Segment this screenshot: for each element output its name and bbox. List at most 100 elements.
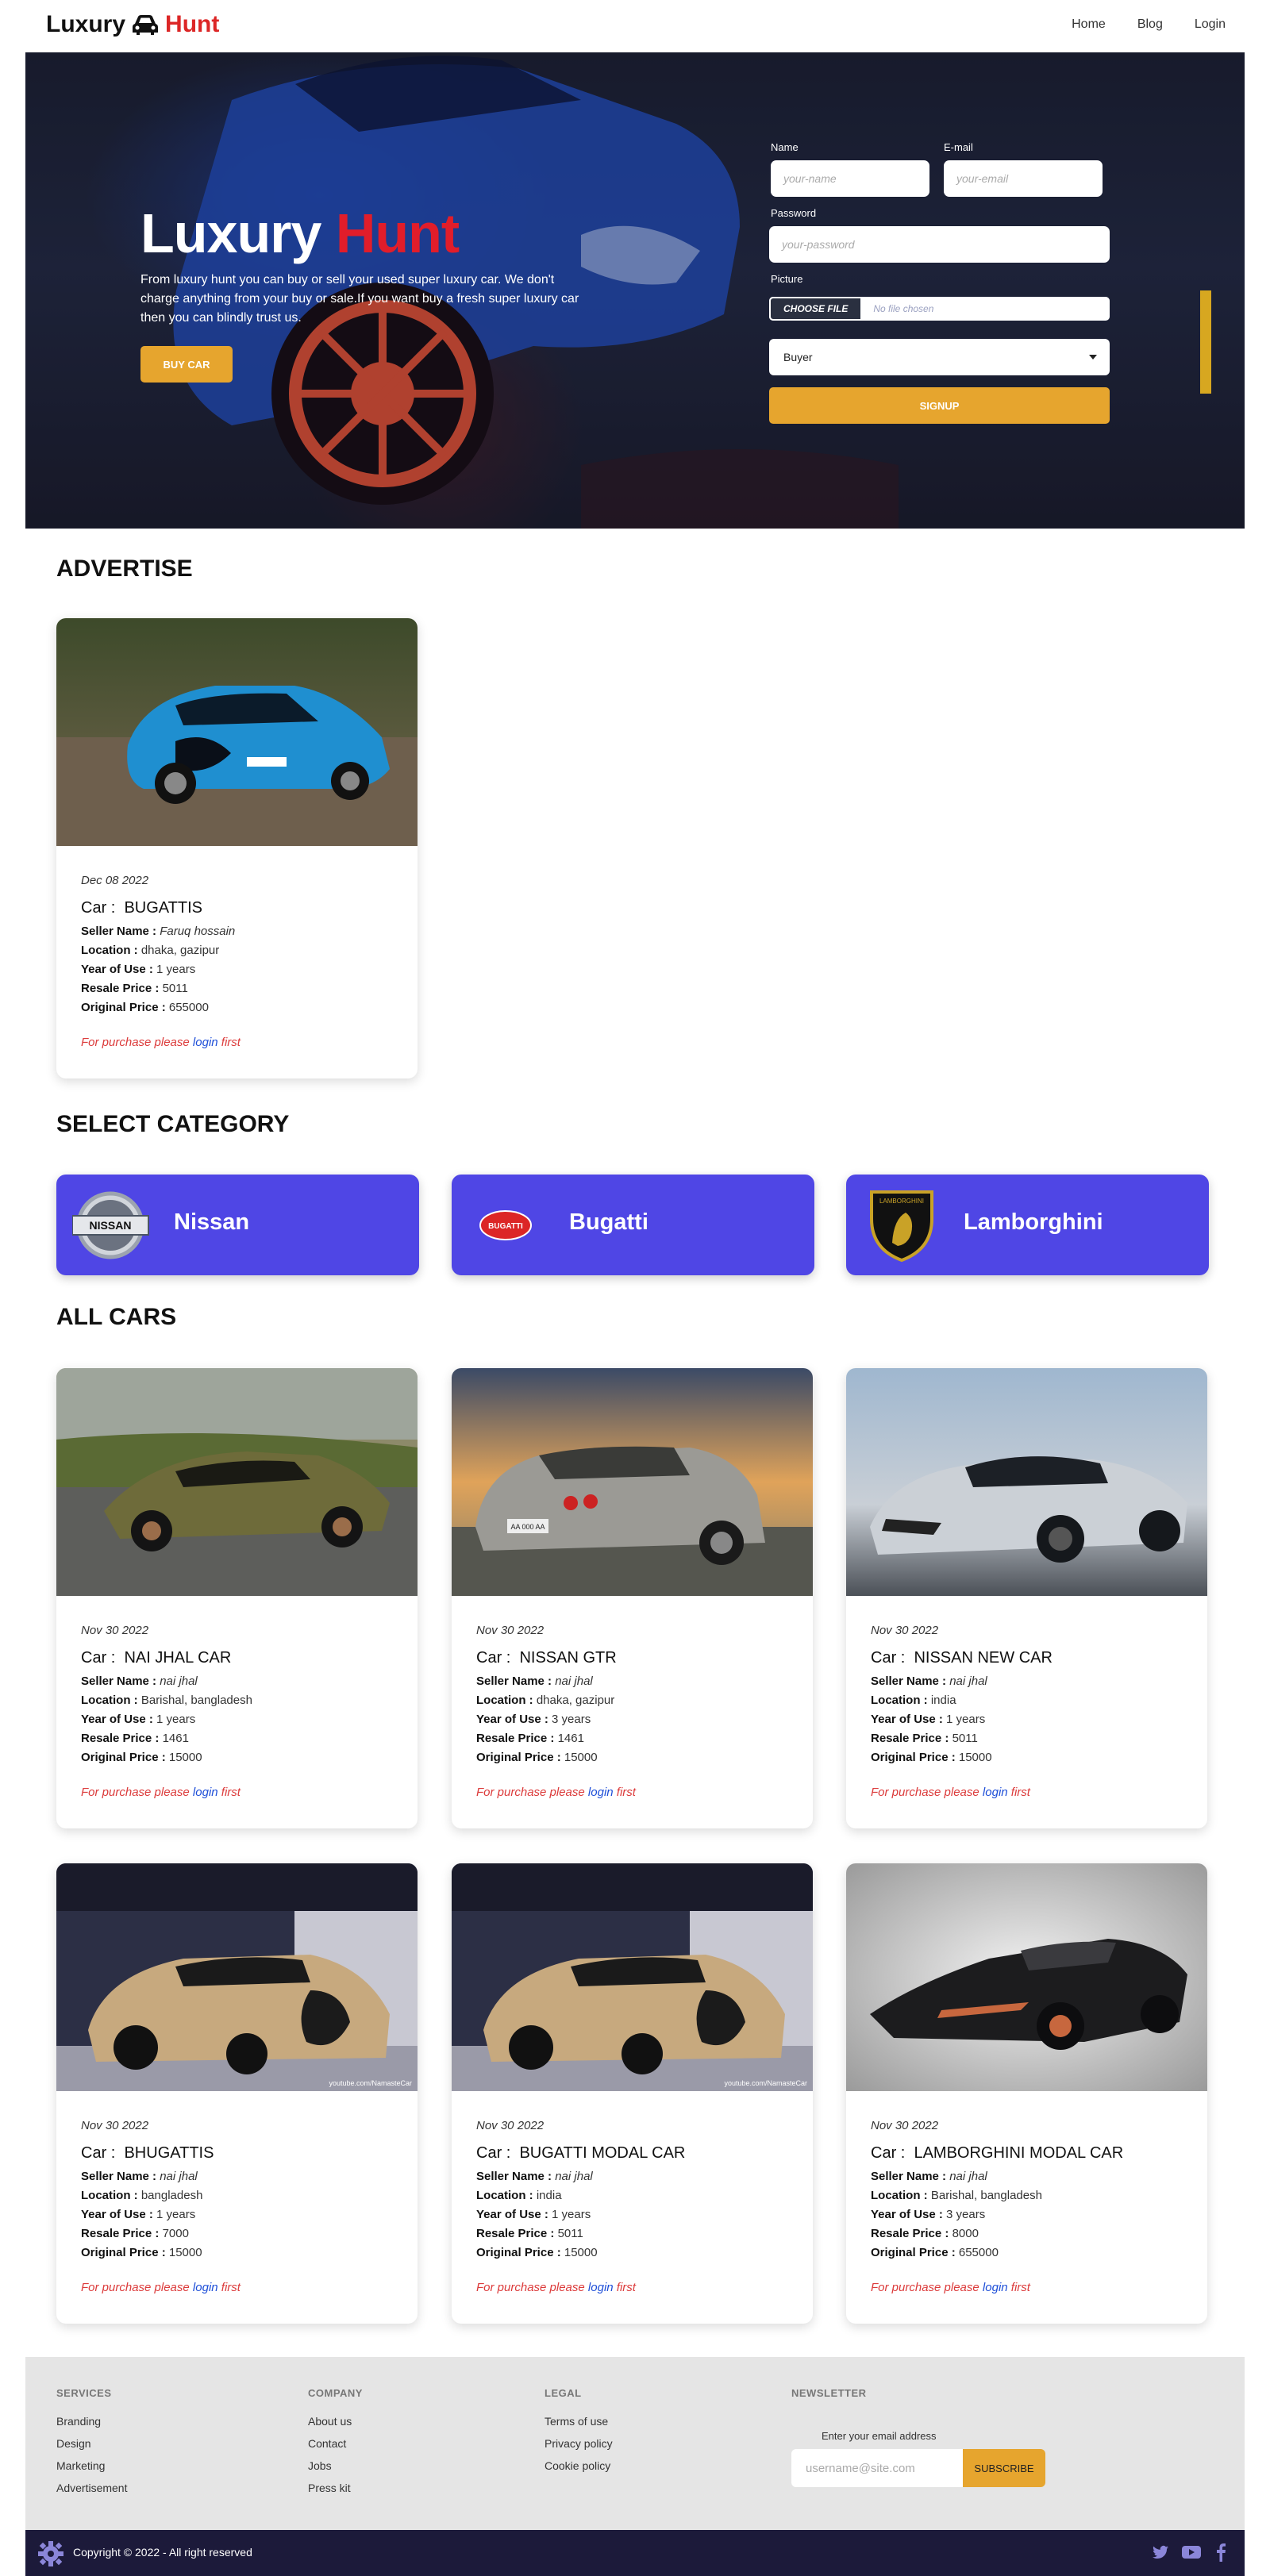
facebook-icon[interactable] xyxy=(1213,2543,1229,2562)
car-icon xyxy=(133,15,159,35)
footer-heading: COMPANY xyxy=(308,2387,363,2399)
email-label: E-mail xyxy=(944,141,973,153)
gear-logo-icon xyxy=(38,2541,64,2566)
svg-text:NISSAN: NISSAN xyxy=(90,1219,132,1232)
svg-text:youtube.com/NamasteCar: youtube.com/NamasteCar xyxy=(724,2079,807,2087)
card-date: Nov 30 2022 xyxy=(476,1624,545,1637)
car-image: AA 000 AA xyxy=(452,1368,813,1596)
footer-company: COMPANY About us Contact Jobs Press kit xyxy=(308,2387,363,2504)
copyright-text: Copyright © 2022 - All right reserved xyxy=(73,2546,252,2559)
newsletter-label: Enter your email address xyxy=(822,2430,937,2442)
password-input[interactable]: your-password xyxy=(769,226,1110,263)
seller-row: Seller Name : nai jhal xyxy=(81,2170,198,2183)
card-title: Car : LAMBORGHINI MODAL CAR xyxy=(871,2144,1124,2162)
subscribe-button[interactable]: SUBSCRIBE xyxy=(963,2449,1045,2487)
purchase-note: For purchase please login first xyxy=(81,2281,241,2294)
footer: SERVICES Branding Design Marketing Adver… xyxy=(25,2357,1245,2530)
hero-description: From luxury hunt you can buy or sell you… xyxy=(140,273,579,325)
car-card: AA 000 AA Nov 30 2022 Car : NISSAN GTR S… xyxy=(452,1368,813,1828)
footer-link[interactable]: About us xyxy=(308,2415,363,2437)
footer-bottom-bar: Copyright © 2022 - All right reserved xyxy=(25,2530,1245,2576)
category-nissan[interactable]: NISSAN Nissan xyxy=(56,1175,419,1275)
purchase-note: For purchase please login first xyxy=(871,1786,1030,1799)
footer-link[interactable]: Contact xyxy=(308,2437,363,2459)
footer-link[interactable]: Marketing xyxy=(56,2459,127,2482)
year-row: Year of Use : 1 years xyxy=(871,1713,986,1726)
year-row: Year of Use : 3 years xyxy=(871,2208,986,2221)
twitter-icon[interactable] xyxy=(1151,2543,1170,2562)
svg-text:AA 000 AA: AA 000 AA xyxy=(510,1523,545,1531)
category-label: Bugatti xyxy=(569,1209,648,1235)
category-lamborghini[interactable]: LAMBORGHINI Lamborghini xyxy=(846,1175,1209,1275)
original-row: Original Price : 15000 xyxy=(871,1751,992,1764)
footer-heading: NEWSLETTER xyxy=(791,2387,867,2399)
footer-link[interactable]: Cookie policy xyxy=(545,2459,613,2482)
password-label: Password xyxy=(771,207,817,219)
nav-link-home[interactable]: Home xyxy=(1072,17,1106,32)
card-date: Dec 08 2022 xyxy=(81,874,149,887)
footer-services: SERVICES Branding Design Marketing Adver… xyxy=(56,2387,127,2504)
resale-row: Resale Price : 1461 xyxy=(476,1732,584,1745)
buy-car-button[interactable]: BUY CAR xyxy=(140,346,233,383)
resale-row: Resale Price : 5011 xyxy=(871,1732,978,1745)
car-image xyxy=(846,1368,1207,1596)
location-row: Location : india xyxy=(871,1694,956,1707)
footer-link[interactable]: Privacy policy xyxy=(545,2437,613,2459)
category-bugatti[interactable]: BUGATTI Bugatti xyxy=(452,1175,814,1275)
footer-link[interactable]: Branding xyxy=(56,2415,127,2437)
purchase-note: For purchase please login first xyxy=(871,2281,1030,2294)
navbar: Luxury Hunt Home Blog Login xyxy=(0,0,1270,52)
login-link[interactable]: login xyxy=(588,2281,614,2294)
picture-label: Picture xyxy=(771,273,803,285)
card-date: Nov 30 2022 xyxy=(81,1624,149,1637)
choose-file-button[interactable]: CHOOSE FILE xyxy=(769,297,863,321)
advertise-card: Dec 08 2022 Car : BUGATTIS Seller Name :… xyxy=(56,618,418,1078)
all-cars-heading: ALL CARS xyxy=(56,1304,177,1330)
resale-row: Resale Price : 8000 xyxy=(871,2227,979,2240)
card-title: Car : BHUGATTIS xyxy=(81,2144,214,2162)
location-row: Location : Barishal, bangladesh xyxy=(81,1694,252,1707)
login-link[interactable]: login xyxy=(588,1786,614,1799)
email-input[interactable]: your-email xyxy=(944,160,1103,197)
card-date: Nov 30 2022 xyxy=(871,2119,939,2132)
nav-link-blog[interactable]: Blog xyxy=(1137,17,1163,32)
login-link[interactable]: login xyxy=(193,1786,218,1799)
login-link[interactable]: login xyxy=(193,1036,218,1049)
resale-row: Resale Price : 5011 xyxy=(476,2227,583,2240)
category-heading: SELECT CATEGORY xyxy=(56,1111,290,1137)
location-row: Location : dhaka, gazipur xyxy=(476,1694,615,1707)
car-image xyxy=(56,618,418,846)
footer-link[interactable]: Design xyxy=(56,2437,127,2459)
brand-logo[interactable]: Luxury Hunt xyxy=(46,11,219,38)
card-title: Car : BUGATTIS xyxy=(81,899,202,917)
seller-row: Seller Name : nai jhal xyxy=(871,1674,987,1688)
purchase-note: For purchase please login first xyxy=(476,1786,636,1799)
footer-heading: SERVICES xyxy=(56,2387,112,2399)
role-select[interactable]: Buyer xyxy=(769,339,1110,375)
lamborghini-logo-icon: LAMBORGHINI xyxy=(870,1190,933,1263)
name-input[interactable]: your-name xyxy=(771,160,929,197)
login-link[interactable]: login xyxy=(983,1786,1008,1799)
signup-button[interactable]: SIGNUP xyxy=(769,387,1110,424)
login-link[interactable]: login xyxy=(983,2281,1008,2294)
newsletter-email-input[interactable]: username@site.com xyxy=(791,2449,963,2487)
year-row: Year of Use : 1 years xyxy=(81,963,196,976)
footer-link[interactable]: Terms of use xyxy=(545,2415,613,2437)
year-row: Year of Use : 3 years xyxy=(476,1713,591,1726)
advertise-heading: ADVERTISE xyxy=(56,556,193,582)
name-label: Name xyxy=(771,141,799,153)
seller-row: Seller Name : nai jhal xyxy=(81,1674,198,1688)
footer-link[interactable]: Jobs xyxy=(308,2459,363,2482)
login-link[interactable]: login xyxy=(193,2281,218,2294)
card-date: Nov 30 2022 xyxy=(81,2119,149,2132)
purchase-note: For purchase please login first xyxy=(81,1036,241,1049)
car-image: youtube.com/NamasteCar xyxy=(452,1863,813,2091)
footer-link[interactable]: Advertisement xyxy=(56,2482,127,2504)
picture-file-input[interactable]: CHOOSE FILE No file chosen xyxy=(769,297,1110,321)
nav-link-login[interactable]: Login xyxy=(1195,17,1226,32)
footer-link[interactable]: Press kit xyxy=(308,2482,363,2504)
card-date: Nov 30 2022 xyxy=(871,1624,939,1637)
youtube-icon[interactable] xyxy=(1181,2543,1202,2562)
location-row: Location : bangladesh xyxy=(81,2189,203,2202)
resale-row: Resale Price : 1461 xyxy=(81,1732,189,1745)
